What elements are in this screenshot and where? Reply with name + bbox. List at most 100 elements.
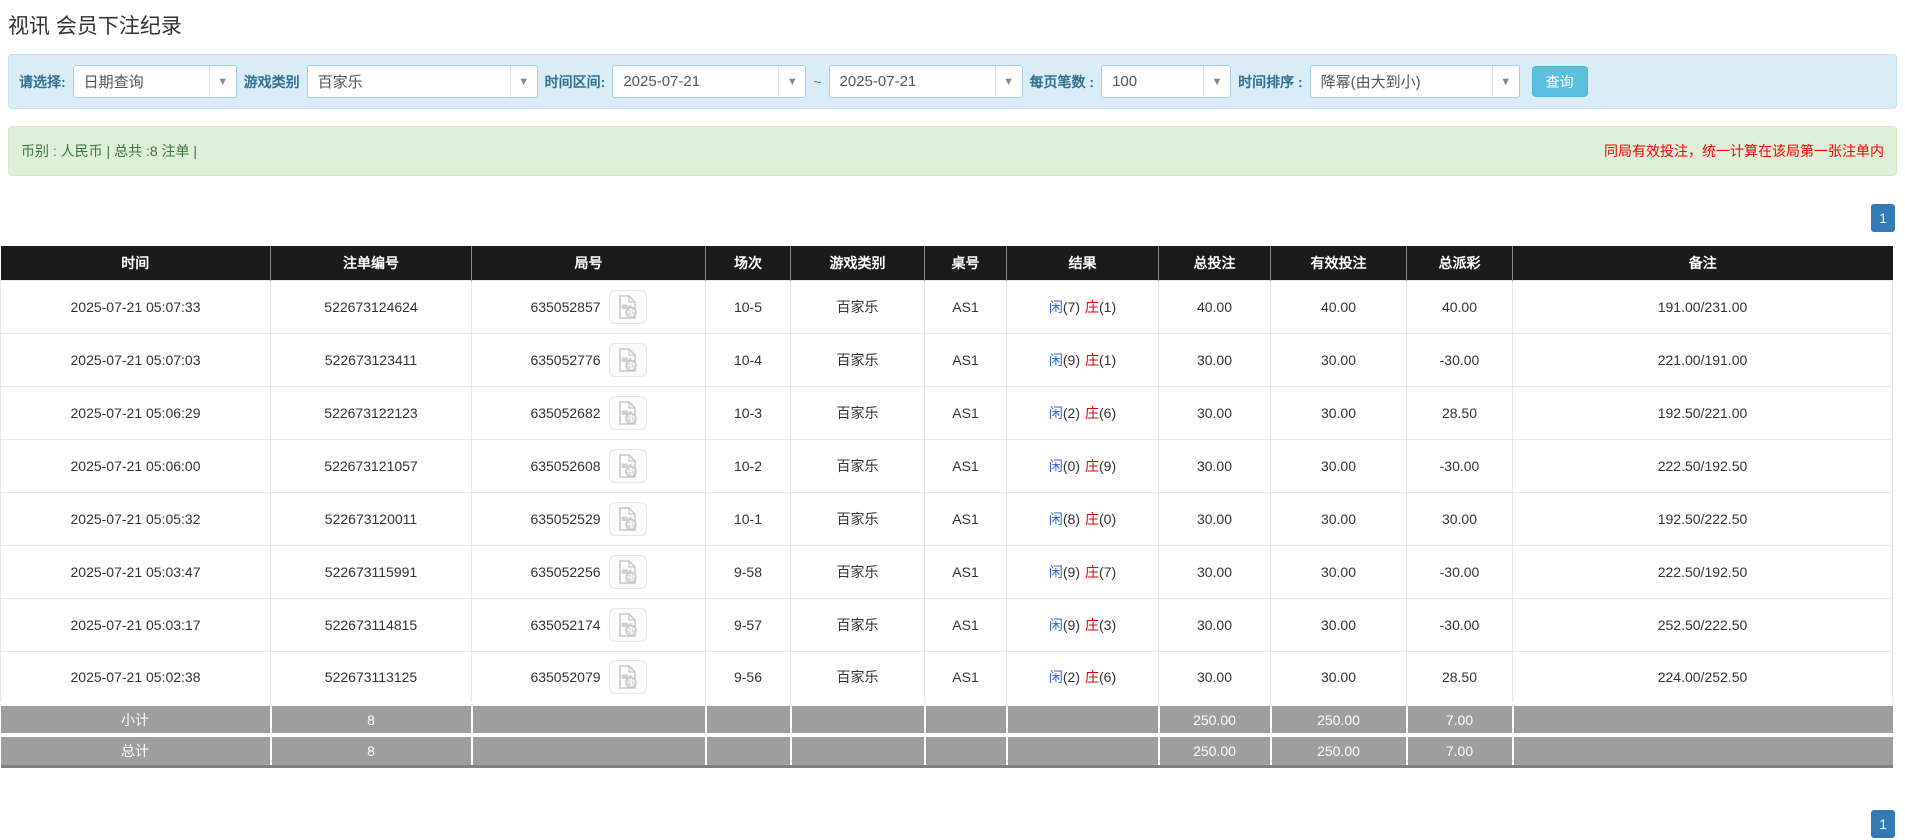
total-bet-cell[interactable]: 30.00 <box>1158 650 1271 705</box>
page-1-button[interactable]: 1 <box>1871 809 1895 838</box>
bet-record-row: 2025-07-21 05:07:33 522673124624 635052857… <box>0 279 1893 334</box>
video-replay-button[interactable] <box>608 342 647 377</box>
col-header-result: 结果 <box>1006 246 1159 280</box>
payout-cell: 30.00 <box>1406 491 1513 546</box>
video-replay-button[interactable] <box>608 501 647 536</box>
round-cell: 635052776 <box>471 332 706 387</box>
banker-result-label: 庄 <box>1085 616 1099 633</box>
per-page-select[interactable]: 100 ▼ <box>1101 65 1232 98</box>
round-id: 635052857 <box>530 298 601 315</box>
game-type-cell: 百家乐 <box>790 597 925 652</box>
table-no-cell: AS1 <box>924 597 1007 652</box>
result-cell: 闲(8) 庄(0) <box>1006 491 1159 546</box>
round-id: 635052608 <box>530 457 601 474</box>
per-page-value: 100 <box>1112 73 1138 90</box>
time-sort-select[interactable]: 降幂(由大到小) ▼ <box>1309 65 1520 98</box>
bet-id-cell: 522673120011 <box>270 491 472 546</box>
date-from-select[interactable]: 2025-07-21 ▼ <box>612 65 807 98</box>
time-sort-value: 降幂(由大到小) <box>1320 74 1421 91</box>
player-result-score: (9) <box>1062 616 1080 633</box>
same-round-notice: 同局有效投注，统一计算在该局第一张注单内 <box>1604 143 1884 159</box>
video-record-icon <box>618 559 637 584</box>
remark-cell: 191.00/231.00 <box>1512 279 1893 334</box>
banker-result-score: (7) <box>1099 563 1117 580</box>
bet-records-table: 时间 注单编号 局号 场次 游戏类别 桌号 结果 总投注 有效投注 总派彩 备注… <box>0 246 1893 768</box>
round-cell: 635052529 <box>471 491 706 546</box>
video-replay-button[interactable] <box>608 448 647 483</box>
total-empty-cell <box>1512 733 1893 768</box>
date-from-value: 2025-07-21 <box>623 73 701 90</box>
round-cell: 635052174 <box>471 597 706 652</box>
banker-result-label: 庄 <box>1085 298 1099 315</box>
banker-result-score: (1) <box>1099 298 1117 315</box>
video-replay-button[interactable] <box>608 289 647 324</box>
subtotal-empty-cell <box>1512 702 1893 735</box>
total-empty-cell <box>471 733 707 768</box>
subtotal-empty-cell <box>924 702 1008 735</box>
search-button[interactable]: 查询 <box>1531 66 1588 97</box>
player-result-label: 闲 <box>1048 616 1063 633</box>
result-cell: 闲(7) 庄(1) <box>1006 279 1159 334</box>
total-row: 总计 8 250.00 250.00 7.00 <box>0 733 1893 768</box>
col-header-bet-id: 注单编号 <box>270 246 472 280</box>
subtotal-payout: 7.00 <box>1406 702 1514 735</box>
session-cell: 10-3 <box>705 385 791 440</box>
total-empty-cell <box>705 733 792 768</box>
col-header-table-no: 桌号 <box>924 246 1007 280</box>
round-cell: 635052256 <box>471 544 706 599</box>
remark-cell: 221.00/191.00 <box>1512 332 1893 387</box>
valid-bet-cell: 30.00 <box>1270 597 1407 652</box>
total-bet-cell[interactable]: 30.00 <box>1158 597 1271 652</box>
bet-id-cell: 522673115991 <box>270 544 472 599</box>
payout-cell: -30.00 <box>1406 597 1513 652</box>
table-no-cell: AS1 <box>924 544 1007 599</box>
remark-cell: 192.50/221.00 <box>1512 385 1893 440</box>
game-type-cell: 百家乐 <box>790 491 925 546</box>
game-type-select[interactable]: 百家乐 ▼ <box>306 65 538 98</box>
video-replay-button[interactable] <box>608 395 647 430</box>
player-result-score: (2) <box>1062 668 1080 685</box>
subtotal-empty-cell <box>1006 702 1160 735</box>
currency-summary-text: 币别 : 人民币 | 总共 :8 注单 | <box>21 143 198 159</box>
table-no-cell: AS1 <box>924 385 1007 440</box>
total-bet-cell[interactable]: 30.00 <box>1158 438 1271 493</box>
video-replay-button[interactable] <box>608 554 647 589</box>
banker-result-label: 庄 <box>1085 457 1099 474</box>
result-cell: 闲(9) 庄(3) <box>1006 597 1159 652</box>
valid-bet-cell: 30.00 <box>1270 650 1407 705</box>
total-bet-cell[interactable]: 30.00 <box>1158 332 1271 387</box>
payout-cell: -30.00 <box>1406 544 1513 599</box>
player-result-label: 闲 <box>1048 510 1063 527</box>
result-cell: 闲(2) 庄(6) <box>1006 650 1159 705</box>
player-result-score: (0) <box>1062 457 1080 474</box>
total-total-bet: 250.00 <box>1158 733 1272 768</box>
time-cell: 2025-07-21 05:05:32 <box>0 491 271 546</box>
round-id: 635052174 <box>530 616 601 633</box>
time-cell: 2025-07-21 05:07:33 <box>0 279 271 334</box>
game-type-label: 游戏类别 <box>243 73 300 90</box>
banker-result-score: (0) <box>1099 510 1117 527</box>
total-bet-cell[interactable]: 40.00 <box>1158 279 1271 334</box>
time-sort-label: 时间排序 : <box>1238 73 1303 90</box>
remark-cell: 222.50/192.50 <box>1512 438 1893 493</box>
total-bet-cell[interactable]: 30.00 <box>1158 544 1271 599</box>
video-replay-button[interactable] <box>608 607 647 642</box>
time-range-label: 时间区间: <box>544 73 606 90</box>
video-record-icon <box>618 400 637 425</box>
payout-cell: 40.00 <box>1406 279 1513 334</box>
col-header-session: 场次 <box>705 246 791 280</box>
round-cell: 635052608 <box>471 438 706 493</box>
result-cell: 闲(0) 庄(9) <box>1006 438 1159 493</box>
total-bet-cell[interactable]: 30.00 <box>1158 385 1271 440</box>
page-1-button[interactable]: 1 <box>1871 204 1895 232</box>
bet-record-row: 2025-07-21 05:03:47 522673115991 635052256… <box>0 544 1893 599</box>
date-to-select[interactable]: 2025-07-21 ▼ <box>828 65 1023 98</box>
bet-id-cell: 522673122123 <box>270 385 472 440</box>
query-mode-select[interactable]: 日期查询 ▼ <box>72 65 237 98</box>
video-replay-button[interactable] <box>608 659 647 694</box>
total-bet-cell[interactable]: 30.00 <box>1158 491 1271 546</box>
round-id: 635052079 <box>530 668 601 685</box>
video-record-icon <box>618 294 637 319</box>
query-mode-label: 请选择: <box>19 73 66 90</box>
summary-bar: 币别 : 人民币 | 总共 :8 注单 | 同局有效投注，统一计算在该局第一张注… <box>8 126 1897 176</box>
